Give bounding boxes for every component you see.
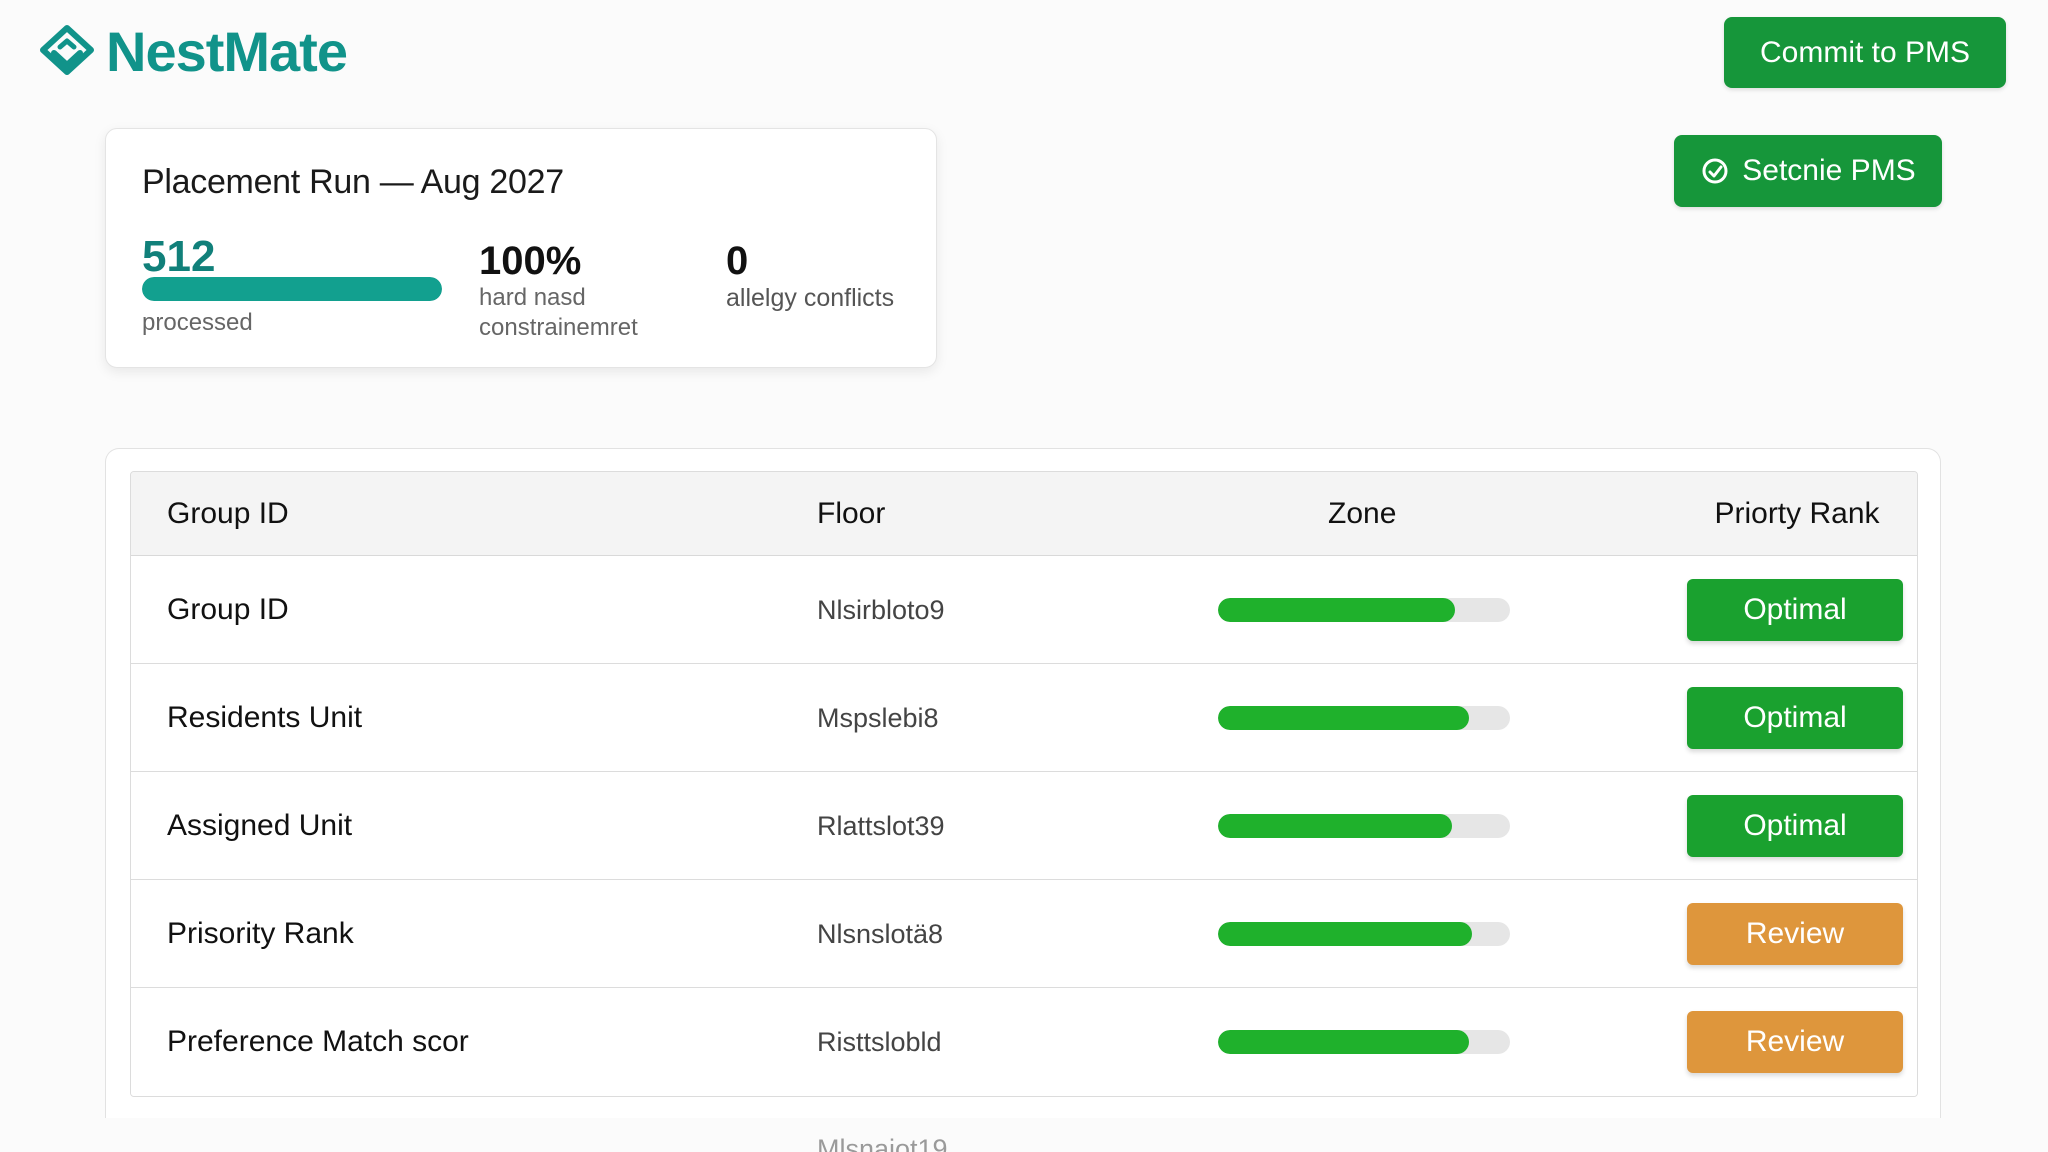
hard-constraints-label: hard nasd constrainemret xyxy=(479,284,638,341)
cell-floor: Mspslebi8 xyxy=(817,703,939,733)
cell-floor: Nlsnslotä8 xyxy=(817,919,944,949)
table-body: Group ID Nlsirbloto9 Optimal Residents Unit… xyxy=(131,556,1917,1096)
cell-floor: Nlsirbloto9 xyxy=(817,595,945,625)
commit-to-pms-button[interactable]: Commit to PMS xyxy=(1724,17,2006,88)
table-row[interactable]: Group ID Nlsirbloto9 Optimal xyxy=(131,556,1917,664)
zone-score-bar xyxy=(1218,706,1510,730)
table-header: Group ID Floor Zone Priorty Rank xyxy=(131,472,1917,556)
processed-count: 512 xyxy=(142,232,216,281)
table-row[interactable]: Preference Match scor Risttslobld Review xyxy=(131,988,1917,1096)
table-row[interactable]: Residents Unit Mspslebi8 Optimal xyxy=(131,664,1917,772)
cell-floor: Risttslobld xyxy=(817,1027,942,1057)
zone-score-fill xyxy=(1218,814,1452,838)
zone-score-fill xyxy=(1218,922,1473,946)
rank-status-button[interactable]: Optimal xyxy=(1687,687,1903,749)
summary-title: Placement Run — Aug 2027 xyxy=(142,163,564,201)
placement-table: Group ID Floor Zone Priorty Rank Group I… xyxy=(130,471,1918,1097)
zone-score-fill xyxy=(1218,598,1455,622)
column-header-group-id[interactable]: Group ID xyxy=(167,472,289,556)
cell-floor: Rlattslot39 xyxy=(817,811,945,841)
cell-group-id: Group ID xyxy=(167,593,289,626)
link-icon xyxy=(1702,158,1728,184)
cell-group-id: Assigned Unit xyxy=(167,809,353,842)
app-logo[interactable]: NestMate xyxy=(40,20,348,84)
hard-constraints-stat: 100% hard nasd constrainemret xyxy=(479,239,679,343)
allergy-conflicts-label: allelgy conflicts xyxy=(726,284,895,312)
zone-score-fill xyxy=(1218,1030,1470,1054)
column-header-floor[interactable]: Floor xyxy=(817,472,885,556)
cell-group-id: Residents Unit xyxy=(167,701,363,734)
rank-status-button[interactable]: Optimal xyxy=(1687,579,1903,641)
cell-group-id: Prisority Rank xyxy=(167,917,354,950)
logo-icon xyxy=(40,25,94,75)
sync-button-label: Setcnie PMS xyxy=(1742,154,1916,187)
table-row[interactable]: Prisority Rank Nlsnslotä8 Review xyxy=(131,880,1917,988)
processed-stat: 512 processed xyxy=(142,233,442,337)
commit-button-label: Commit to PMS xyxy=(1759,35,1971,69)
column-header-priority-rank[interactable]: Priorty Rank xyxy=(1677,472,1917,556)
rank-status-button[interactable]: Review xyxy=(1687,903,1903,965)
sync-pms-button[interactable]: Setcnie PMS xyxy=(1674,135,1942,207)
zone-score-bar xyxy=(1218,1030,1510,1054)
allergy-conflicts-value: 0 xyxy=(726,239,749,283)
placement-summary-card: Placement Run — Aug 2027 512 processed 1… xyxy=(105,128,937,368)
processed-label: processed xyxy=(142,309,253,336)
table-row[interactable]: Assigned Unit Rlattslot39 Optimal xyxy=(131,772,1917,880)
rank-status-button[interactable]: Optimal xyxy=(1687,795,1903,857)
allergy-conflicts-stat: 0 allelgy conflicts xyxy=(726,239,926,313)
hard-constraints-value: 100% xyxy=(479,239,582,283)
placement-table-panel: Group ID Floor Zone Priorty Rank Group I… xyxy=(105,448,1941,1118)
zone-score-bar xyxy=(1218,922,1510,946)
app-name: NestMate xyxy=(106,20,348,83)
rank-status-button[interactable]: Review xyxy=(1687,1011,1903,1073)
overflow-row-floor: Mlsnaiot19 xyxy=(817,1134,948,1152)
zone-score-bar xyxy=(1218,598,1510,622)
cell-group-id: Preference Match scor xyxy=(167,1025,469,1058)
zone-score-bar xyxy=(1218,814,1510,838)
column-header-zone[interactable]: Zone xyxy=(1328,472,1396,556)
zone-score-fill xyxy=(1218,706,1470,730)
